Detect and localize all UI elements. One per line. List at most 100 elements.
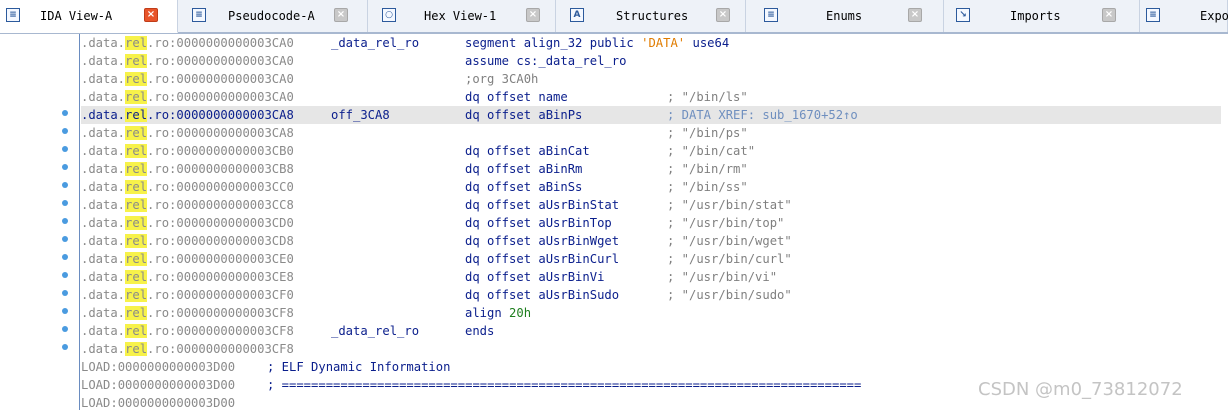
close-tab-icon[interactable]: × [716, 8, 730, 22]
line-instruction[interactable]: segment align_32 public 'DATA' use64 [465, 34, 729, 52]
listing-line[interactable]: .data.rel.ro:0000000000003CA0 assume cs:_… [81, 52, 1221, 70]
tab-pseudocode-a[interactable]: ≡ Pseudocode-A × [178, 0, 368, 32]
line-address[interactable]: .data.rel.ro:0000000000003CD8 [81, 232, 294, 250]
line-comment: ; ELF Dynamic Information [267, 360, 451, 374]
line-instruction[interactable]: dq offset aUsrBinWget [465, 232, 619, 250]
line-instruction[interactable]: dq offset aUsrBinVi [465, 268, 604, 286]
enums-icon: ≡ [764, 8, 778, 22]
line-instruction[interactable]: dq offset aUsrBinTop [465, 214, 612, 232]
line-address[interactable]: LOAD:0000000000003D00 [81, 394, 235, 412]
line-instruction[interactable]: align 20h [465, 304, 531, 322]
line-address[interactable]: LOAD:0000000000003D00 [81, 358, 235, 376]
listing-line[interactable]: .data.rel.ro:0000000000003CA8 off_3CA8 dq … [81, 106, 1221, 124]
tab-structures[interactable]: A Structures × [556, 0, 746, 32]
listing-line[interactable]: .data.rel.ro:0000000000003CB0 dq offset a… [81, 142, 1221, 160]
line-address[interactable]: .data.rel.ro:0000000000003CB0 [81, 142, 294, 160]
listing-line[interactable]: .data.rel.ro:0000000000003CB8 dq offset a… [81, 160, 1221, 178]
line-address[interactable]: .data.rel.ro:0000000000003CF8 [81, 304, 294, 322]
line-instruction[interactable]: ends [465, 322, 494, 340]
line-instruction[interactable]: dq offset aUsrBinCurl [465, 250, 619, 268]
close-tab-icon[interactable]: × [144, 8, 158, 22]
line-instruction[interactable]: ;org 3CA0h [465, 70, 538, 88]
tab-label: Structures [616, 9, 689, 23]
line-address[interactable]: .data.rel.ro:0000000000003CC0 [81, 178, 294, 196]
line-instruction[interactable]: assume cs:_data_rel_ro [465, 52, 626, 70]
line-address[interactable]: .data.rel.ro:0000000000003CB8 [81, 160, 294, 178]
line-comment: ; "/bin/ss" [667, 180, 748, 194]
tab-enums[interactable]: ≡ Enums × [746, 0, 944, 32]
breakpoint-dot[interactable] [62, 128, 68, 134]
breakpoint-dot[interactable] [62, 272, 68, 278]
listing-line[interactable]: .data.rel.ro:0000000000003CE8 dq offset a… [81, 268, 1221, 286]
line-instruction[interactable]: dq offset aUsrBinStat [465, 196, 619, 214]
breakpoint-dot[interactable] [62, 308, 68, 314]
breakpoint-dot[interactable] [62, 146, 68, 152]
search-highlight: rel [125, 162, 148, 176]
line-address[interactable]: .data.rel.ro:0000000000003CE0 [81, 250, 294, 268]
search-highlight: rel [125, 342, 148, 356]
breakpoint-dot[interactable] [62, 110, 68, 116]
line-comment: ; "/bin/rm" [667, 162, 748, 176]
listing-line[interactable]: .data.rel.ro:0000000000003CA8 ; "/bin/ps" [81, 124, 1221, 142]
line-instruction[interactable]: dq offset aBinCat [465, 142, 590, 160]
close-tab-icon[interactable]: × [1102, 8, 1116, 22]
line-instruction[interactable]: dq offset aBinRm [465, 160, 582, 178]
close-tab-icon[interactable]: × [908, 8, 922, 22]
line-address[interactable]: .data.rel.ro:0000000000003CA0 [81, 52, 294, 70]
breakpoint-dot[interactable] [62, 236, 68, 242]
listing-line[interactable]: .data.rel.ro:0000000000003CF8 align 20h [81, 304, 1221, 322]
listing-line[interactable]: .data.rel.ro:0000000000003CD0 dq offset a… [81, 214, 1221, 232]
line-address[interactable]: .data.rel.ro:0000000000003CF0 [81, 286, 294, 304]
listing-line[interactable]: .data.rel.ro:0000000000003CF8 [81, 340, 1221, 358]
line-address[interactable]: .data.rel.ro:0000000000003CA0 [81, 70, 294, 88]
line-instruction[interactable]: dq offset aBinPs [465, 106, 582, 124]
listing-line[interactable]: .data.rel.ro:0000000000003CD8 dq offset a… [81, 232, 1221, 250]
line-label[interactable]: off_3CA8 [331, 106, 390, 124]
breakpoint-dot[interactable] [62, 182, 68, 188]
line-instruction[interactable]: dq offset aBinSs [465, 178, 582, 196]
line-instruction[interactable]: dq offset name [465, 88, 568, 106]
listing-line[interactable]: .data.rel.ro:0000000000003CA0 _data_rel_r… [81, 34, 1221, 52]
breakpoint-dot[interactable] [62, 290, 68, 296]
breakpoint-dot[interactable] [62, 254, 68, 260]
search-highlight: rel [125, 144, 148, 158]
line-address[interactable]: .data.rel.ro:0000000000003CA0 [81, 34, 294, 52]
line-address[interactable]: .data.rel.ro:0000000000003CA8 [81, 106, 294, 124]
breakpoint-dot[interactable] [62, 344, 68, 350]
line-address[interactable]: .data.rel.ro:0000000000003CD0 [81, 214, 294, 232]
line-address[interactable]: .data.rel.ro:0000000000003CF8 [81, 340, 294, 358]
line-address[interactable]: .data.rel.ro:0000000000003CC8 [81, 196, 294, 214]
breakpoint-dot[interactable] [62, 200, 68, 206]
close-tab-icon[interactable]: × [526, 8, 540, 22]
line-address[interactable]: .data.rel.ro:0000000000003CA8 [81, 124, 294, 142]
tab-imports[interactable]: ↘ Imports × [944, 0, 1140, 32]
tab-label: Enums [826, 9, 863, 23]
tab-label: Pseudocode-A [228, 9, 315, 23]
line-address[interactable]: LOAD:0000000000003D00 [81, 376, 235, 394]
close-tab-icon[interactable]: × [334, 8, 348, 22]
line-address[interactable]: .data.rel.ro:0000000000003CF8 [81, 322, 294, 340]
tab-ida-view-a[interactable]: ≡ IDA View-A × [0, 0, 178, 33]
breakpoint-dot[interactable] [62, 164, 68, 170]
line-label[interactable]: _data_rel_ro [331, 34, 419, 52]
listing-line[interactable]: LOAD:0000000000003D00 ; ELF Dynamic Infor… [81, 358, 1221, 376]
listing-line[interactable]: .data.rel.ro:0000000000003CA0 dq offset n… [81, 88, 1221, 106]
listing-line[interactable]: .data.rel.ro:0000000000003CC0 dq offset a… [81, 178, 1221, 196]
tab-expo[interactable]: ≡ Expo [1140, 0, 1228, 32]
breakpoint-dot[interactable] [62, 326, 68, 332]
hex-view-icon: ○ [382, 8, 396, 22]
tab-hex-view-1[interactable]: ○ Hex View-1 × [368, 0, 556, 32]
line-comment: ; "/bin/ls" [667, 90, 748, 104]
line-instruction[interactable]: dq offset aUsrBinSudo [465, 286, 619, 304]
breakpoint-dot[interactable] [62, 218, 68, 224]
line-address[interactable]: .data.rel.ro:0000000000003CA0 [81, 88, 294, 106]
listing-line[interactable]: .data.rel.ro:0000000000003CA0 ;org 3CA0h [81, 70, 1221, 88]
listing-line[interactable]: .data.rel.ro:0000000000003CE0 dq offset a… [81, 250, 1221, 268]
tab-label: Hex View-1 [424, 9, 497, 23]
line-comment: ; "/usr/bin/sudo" [667, 288, 792, 302]
listing-line[interactable]: .data.rel.ro:0000000000003CF0 dq offset a… [81, 286, 1221, 304]
listing-line[interactable]: .data.rel.ro:0000000000003CF8 _data_rel_r… [81, 322, 1221, 340]
line-label[interactable]: _data_rel_ro [331, 322, 419, 340]
listing-line[interactable]: .data.rel.ro:0000000000003CC8 dq offset a… [81, 196, 1221, 214]
line-address[interactable]: .data.rel.ro:0000000000003CE8 [81, 268, 294, 286]
